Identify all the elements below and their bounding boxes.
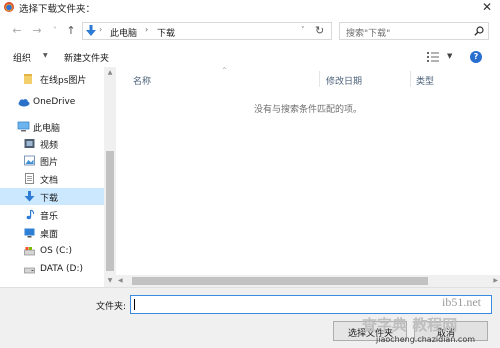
- sidebar-item-this-pc[interactable]: 此电脑: [0, 118, 104, 135]
- column-header-date-modified[interactable]: 修改日期: [326, 74, 362, 87]
- view-options-icon[interactable]: [427, 52, 439, 62]
- sidebar-item-documents[interactable]: 文档: [0, 170, 104, 187]
- music-icon: [26, 209, 35, 220]
- column-header-type[interactable]: 类型: [416, 74, 434, 87]
- drive-icon: [24, 267, 35, 274]
- navigation-scrollbar[interactable]: ▲ ▼: [104, 67, 116, 287]
- download-arrow-icon: [86, 25, 96, 36]
- sidebar-item-label: OneDrive: [33, 97, 76, 107]
- view-dropdown-icon[interactable]: ▼: [447, 52, 452, 60]
- file-list: ^ 名称 修改日期 类型 没有与搜索条件匹配的项。 ◀ ▶: [116, 67, 500, 287]
- sidebar-item-pictures[interactable]: 图片: [0, 152, 104, 169]
- sidebar-item-label: 桌面: [40, 230, 59, 240]
- help-icon[interactable]: ?: [470, 51, 482, 63]
- download-icon: [24, 191, 35, 202]
- watermark: ib51.net 查字典 教程网 jiaocheng.chazidian.com: [350, 290, 500, 348]
- address-bar[interactable]: › 此电脑 › 下载 ˅ ↻: [82, 22, 332, 40]
- navigation-pane: 在线ps图片 OneDrive 此电脑 视频 图片 文档 下载 音乐 桌面 OS…: [0, 67, 116, 287]
- folder-label: 文件夹:: [96, 302, 127, 312]
- sidebar-item-music[interactable]: 音乐: [0, 206, 104, 223]
- scroll-right-arrow-icon[interactable]: ▶: [493, 275, 498, 287]
- up-button[interactable]: ↑: [64, 24, 78, 38]
- scroll-down-arrow-icon[interactable]: ▼: [104, 275, 116, 287]
- sort-indicator-icon: ^: [222, 67, 228, 74]
- drive-icon: [24, 247, 35, 256]
- sidebar-item-videos[interactable]: 视频: [0, 135, 104, 152]
- computer-icon: [17, 121, 30, 132]
- search-icon[interactable]: [474, 26, 484, 36]
- scrollbar-thumb[interactable]: [106, 151, 114, 271]
- sidebar-item-label: 图片: [40, 158, 59, 168]
- sidebar-item-label: 音乐: [40, 212, 59, 222]
- text-caret: [134, 299, 135, 310]
- search-box[interactable]: 搜索"下载": [339, 22, 489, 40]
- sidebar-item-label: 文档: [40, 176, 59, 186]
- watermark-host: ib51.net: [442, 295, 481, 309]
- cloud-icon: [18, 99, 30, 107]
- sidebar-item-label: DATA (D:): [40, 264, 84, 274]
- breadcrumb-this-pc[interactable]: 此电脑: [110, 26, 137, 39]
- window-title: 选择下载文件夹：: [19, 4, 96, 15]
- browser-icon: [4, 2, 14, 12]
- breadcrumb-downloads[interactable]: 下载: [157, 26, 175, 39]
- sidebar-item-onedrive[interactable]: OneDrive: [0, 94, 104, 111]
- horizontal-scrollbar[interactable]: ◀ ▶: [116, 275, 500, 287]
- search-placeholder: 搜索"下载": [346, 29, 391, 39]
- desktop-icon: [24, 228, 35, 238]
- scroll-up-arrow-icon[interactable]: ▲: [104, 67, 116, 79]
- column-divider[interactable]: [410, 71, 411, 87]
- close-button[interactable]: ✕: [480, 0, 494, 14]
- breadcrumb-separator: ›: [145, 25, 149, 34]
- scrollbar-thumb[interactable]: [132, 277, 428, 285]
- sidebar-item-data-d[interactable]: DATA (D:): [0, 261, 104, 278]
- sidebar-item-label: 在线ps图片: [40, 76, 87, 86]
- scroll-left-arrow-icon[interactable]: ◀: [118, 275, 123, 287]
- new-folder-button[interactable]: 新建文件夹: [64, 51, 109, 64]
- back-button[interactable]: ←: [10, 24, 24, 38]
- sidebar-item-desktop[interactable]: 桌面: [0, 224, 104, 241]
- empty-results-message: 没有与搜索条件匹配的项。: [253, 105, 362, 115]
- address-dropdown[interactable]: ˅: [301, 26, 305, 34]
- organize-dropdown-icon: ▼: [43, 52, 48, 59]
- command-bar: 组织 ▼ 新建文件夹 ▼ ?: [0, 47, 500, 67]
- sidebar-item-label: 下载: [40, 194, 59, 204]
- video-icon: [24, 139, 35, 148]
- address-separator: ›: [99, 25, 103, 34]
- pictures-icon: [24, 155, 35, 166]
- documents-icon: [25, 173, 34, 184]
- sidebar-item-online-ps[interactable]: 在线ps图片: [0, 70, 104, 87]
- sidebar-item-label: 视频: [40, 141, 59, 151]
- title-bar: 选择下载文件夹： ✕: [0, 0, 500, 15]
- sidebar-item-downloads[interactable]: 下载: [0, 188, 104, 205]
- organize-button[interactable]: 组织: [13, 51, 31, 64]
- sidebar-item-label: 此电脑: [33, 124, 61, 134]
- forward-button[interactable]: →: [30, 24, 44, 38]
- sidebar-item-label: OS (C:): [40, 246, 72, 256]
- sidebar-item-os-c[interactable]: OS (C:): [0, 243, 104, 260]
- recent-locations-dropdown[interactable]: ˅: [48, 24, 62, 38]
- folder-icon: [24, 74, 32, 84]
- column-divider[interactable]: [319, 71, 320, 87]
- watermark-url: jiaocheng.chazidian.com: [376, 335, 476, 344]
- refresh-button[interactable]: ↻: [315, 24, 324, 37]
- watermark-title: 查字典 教程网: [362, 316, 458, 334]
- column-header-name[interactable]: 名称: [133, 74, 151, 87]
